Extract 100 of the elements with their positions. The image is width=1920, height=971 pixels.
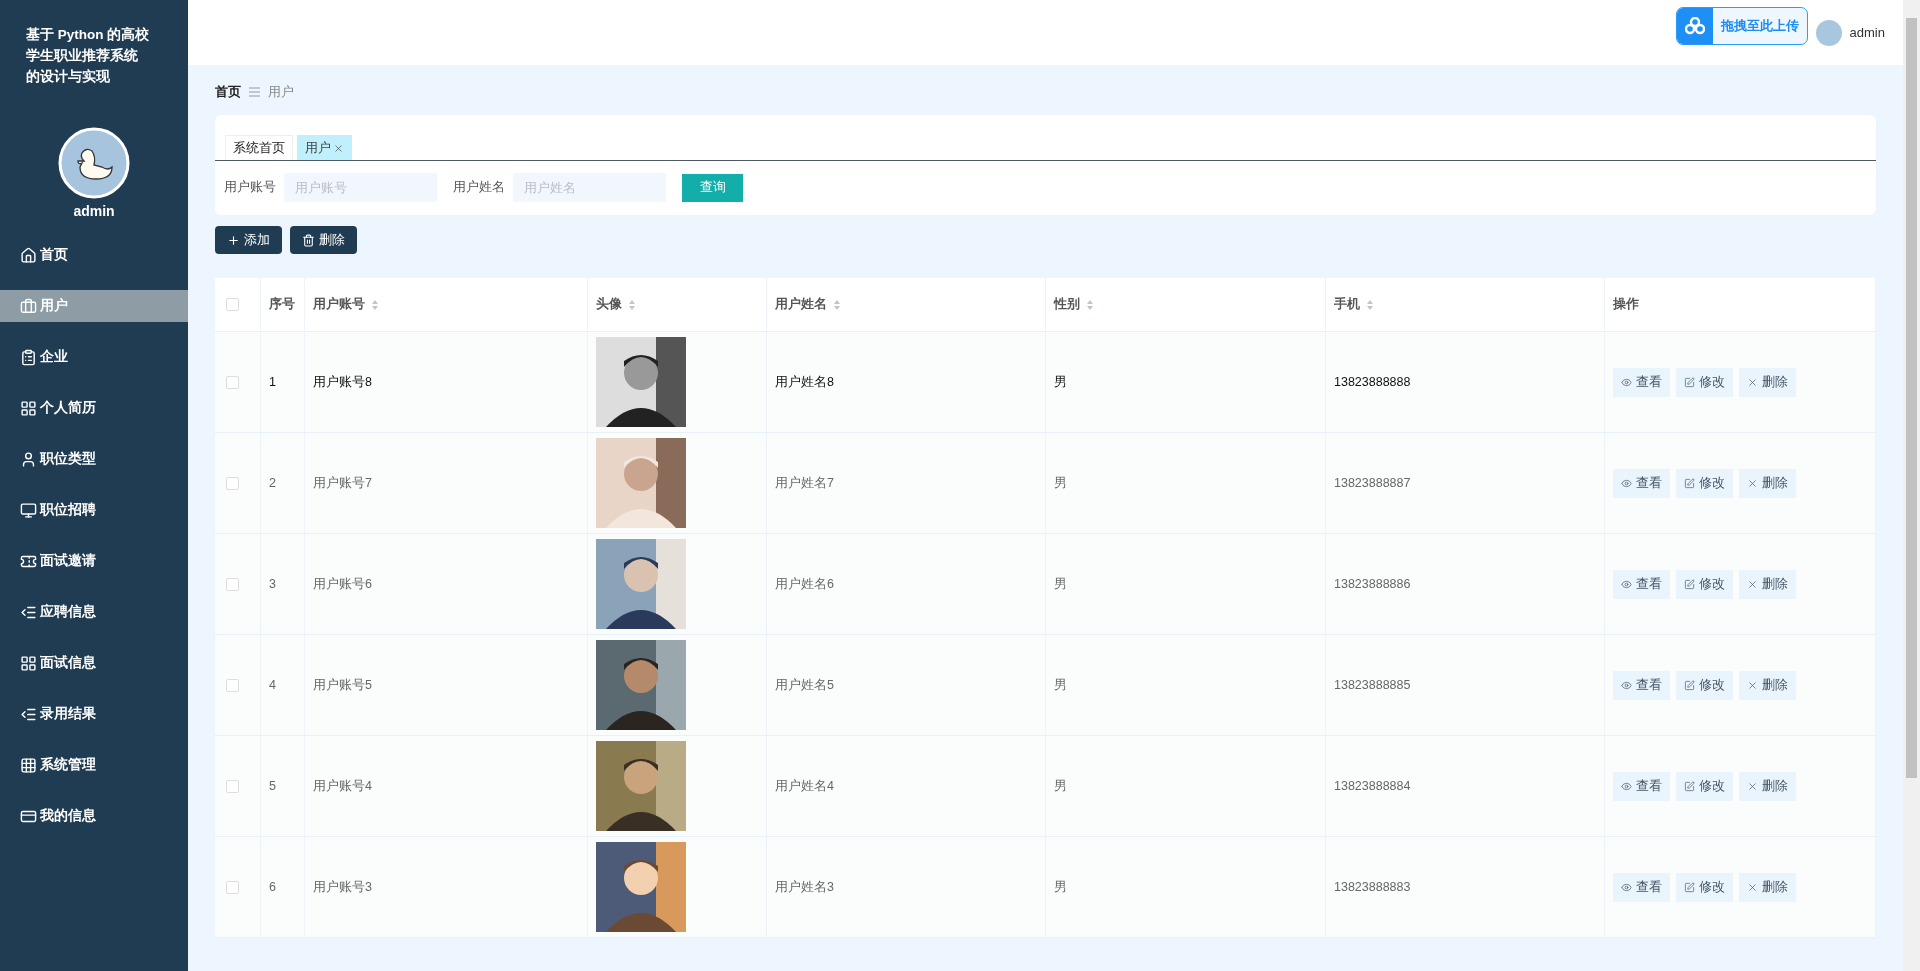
close-icon [1747,780,1758,792]
close-icon [1747,881,1758,893]
edit-button[interactable]: 修改 [1676,872,1733,902]
eye-icon [1621,679,1632,691]
checkbox[interactable] [226,298,239,311]
checkbox[interactable] [226,880,239,894]
field-label: 用户账号 [224,179,276,196]
sort-icon[interactable] [1086,298,1094,311]
close-icon [1747,578,1758,590]
checkbox[interactable] [226,375,239,389]
eye-icon [1621,376,1632,388]
user-icon [20,450,37,468]
view-button[interactable]: 查看 [1613,367,1670,397]
app-title: 基于 Python 的高校学生职业推荐系统的设计与实现 [25,26,151,86]
menu-item[interactable]: 应聘信息 [0,596,188,628]
grid-icon [20,756,37,774]
column-title: 性别 [1054,296,1080,313]
table-cell: 用户账号3 [313,878,372,896]
view-button[interactable]: 查看 [1613,872,1670,902]
view-button[interactable]: 查看 [1613,468,1670,498]
sort-icon[interactable] [371,298,379,311]
header-cell[interactable]: 头像 [588,278,767,331]
table-cell: 4 [269,678,276,692]
table-cell: 用户账号8 [313,373,372,391]
table-cell: 5 [269,779,276,793]
edit-button[interactable]: 修改 [1676,771,1733,801]
edit-button[interactable]: 修改 [1676,670,1733,700]
header-cell[interactable]: 手机 [1326,278,1605,331]
delete-button[interactable]: 删除 [1739,872,1796,902]
user-name[interactable]: admin [1849,25,1885,40]
menu-item[interactable]: 企业 [0,341,188,373]
menu-item[interactable]: 个人简历 [0,392,188,424]
delete-button[interactable]: 删除 [1739,468,1796,498]
table-cell: 13823888886 [1334,577,1411,591]
eye-icon [1621,578,1632,590]
table-cell: 男 [1054,373,1067,391]
checkbox[interactable] [226,779,239,793]
table-cell: 13823888885 [1334,678,1411,692]
user-avatar[interactable] [1815,19,1842,46]
table-cell: 13823888887 [1334,476,1411,490]
table-cell: 男 [1054,676,1067,694]
sort-icon[interactable] [833,298,841,311]
delete-button[interactable]: 删除 [1739,771,1796,801]
sort-icon[interactable] [1366,298,1374,311]
menu-item[interactable]: 职位招聘 [0,494,188,526]
edit-icon [1684,477,1695,489]
menu-item[interactable]: 面试信息 [0,647,188,679]
column-title: 序号 [269,296,295,313]
header-cell[interactable]: 性别 [1046,278,1326,331]
field-label: 用户姓名 [453,179,505,196]
view-button[interactable]: 查看 [1613,569,1670,599]
checkbox[interactable] [226,678,239,692]
table-cell: 13823888883 [1334,880,1411,894]
grid-icon [20,399,37,417]
edit-button[interactable]: 修改 [1676,569,1733,599]
menu-item[interactable]: 面试邀请 [0,545,188,577]
close-icon [1747,477,1758,489]
checkbox[interactable] [226,577,239,591]
table-cell: 用户账号4 [313,777,372,795]
menu-item[interactable]: 我的信息 [0,800,188,832]
menu-item[interactable]: 职位类型 [0,443,188,475]
edit-icon [1684,780,1695,792]
menu-item[interactable]: 首页 [0,239,188,271]
input-field[interactable]: 用户账号 [284,173,437,202]
menu-item[interactable]: 系统管理 [0,749,188,781]
edit-button[interactable]: 修改 [1676,468,1733,498]
tab[interactable]: 用户 [297,135,352,160]
delete-button[interactable]: 删除 [1739,367,1796,397]
close-icon[interactable] [333,142,344,154]
edit-icon [1684,679,1695,691]
duck-avatar [58,127,130,199]
eye-icon [1621,477,1632,489]
table-cell: 2 [269,476,276,490]
scrollbar[interactable] [1903,0,1920,971]
column-title: 用户账号 [313,296,365,313]
briefcase-icon [20,297,37,315]
header-cell[interactable]: 用户姓名 [767,278,1046,331]
delete-button[interactable]: 删除 [290,226,357,254]
sort-icon[interactable] [628,298,636,311]
header-cell[interactable]: 用户账号 [305,278,588,331]
user-name: admin [73,203,115,219]
menu-item[interactable]: 录用结果 [0,698,188,730]
table-cell: 用户姓名4 [775,777,834,795]
view-button[interactable]: 查看 [1613,670,1670,700]
edit-icon [1684,376,1695,388]
view-button[interactable]: 查看 [1613,771,1670,801]
table-cell: 用户姓名7 [775,474,834,492]
table-cell: 男 [1054,575,1067,593]
menu-icon [249,87,260,97]
delete-button[interactable]: 删除 [1739,670,1796,700]
checkbox[interactable] [226,476,239,490]
eye-icon [1621,881,1632,893]
edit-button[interactable]: 修改 [1676,367,1733,397]
tab[interactable]: 系统首页 [225,135,293,160]
delete-button[interactable]: 删除 [1739,569,1796,599]
add-button[interactable]: 添加 [215,226,282,254]
table-cell: 用户账号6 [313,575,372,593]
breadcrumb-item[interactable]: 首页 [215,83,241,101]
table-cell: 用户姓名8 [775,373,834,391]
table-cell: 用户姓名5 [775,676,834,694]
